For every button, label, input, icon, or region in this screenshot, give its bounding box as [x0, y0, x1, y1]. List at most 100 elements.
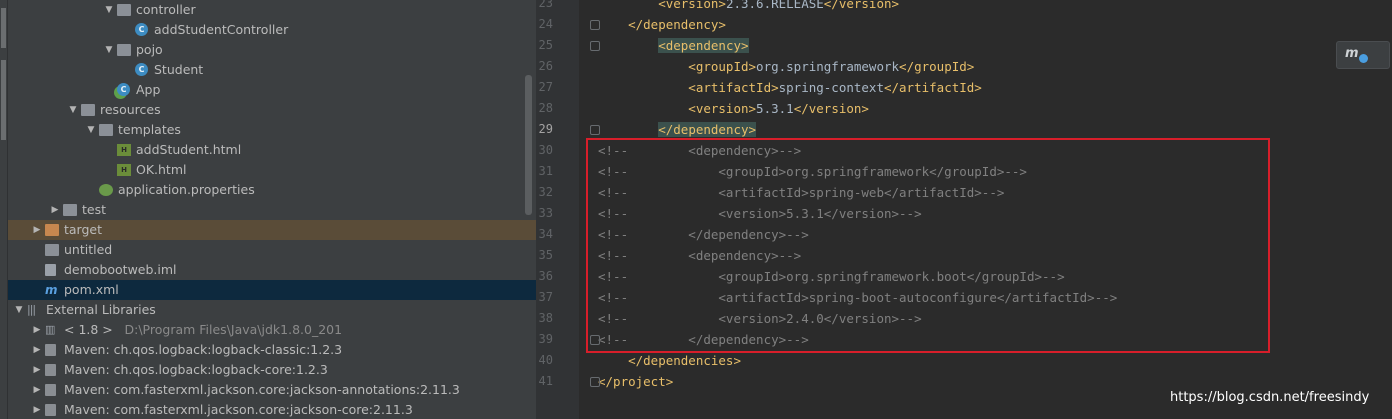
tree-row[interactable]: C App	[8, 80, 536, 100]
line-number: 37	[538, 290, 553, 304]
line-number: 27	[538, 80, 553, 94]
xml-tag: <version>	[598, 0, 726, 11]
html-file-icon: H	[117, 144, 131, 156]
xml-text: spring-context	[778, 80, 884, 95]
highlight-annotation-box	[586, 138, 1270, 353]
tree-row[interactable]: ▼ templates	[8, 120, 536, 140]
line-number: 33	[538, 206, 553, 220]
collapse-arrow-icon[interactable]: ▶	[31, 400, 43, 419]
xml-text	[598, 38, 658, 53]
html-file-icon: H	[117, 164, 131, 176]
xml-tag: </dependencies>	[598, 353, 741, 368]
code-line[interactable]: <groupId>org.springframework</groupId>	[598, 56, 974, 77]
tree-row[interactable]: ▶ ▥ < 1.8 > D:\Program Files\Java\jdk1.8.0_…	[8, 320, 536, 340]
tree-row[interactable]: H OK.html	[8, 160, 536, 180]
folder-icon	[117, 4, 131, 16]
maven-file-icon: m	[45, 283, 58, 297]
expand-arrow-icon[interactable]: ▼	[103, 40, 115, 60]
maven-reload-button[interactable]: m	[1336, 41, 1390, 69]
tree-row-label: resources	[100, 102, 161, 117]
code-line[interactable]: <dependency>	[598, 35, 749, 56]
collapse-arrow-icon[interactable]: ▶	[49, 200, 61, 220]
folder-icon	[63, 204, 77, 216]
tree-row[interactable]: demobootweb.iml	[8, 260, 536, 280]
expand-arrow-icon[interactable]: ▼	[67, 100, 79, 120]
fold-marker-icon[interactable]	[590, 377, 600, 387]
tree-row-label: test	[82, 202, 107, 217]
folder-icon	[45, 244, 59, 256]
code-line[interactable]: <artifactId>spring-context</artifactId>	[598, 77, 982, 98]
tree-row-label: External Libraries	[46, 302, 156, 317]
properties-file-icon	[99, 184, 113, 196]
tree-row-label: Maven: com.fasterxml.jackson.core:jackso…	[64, 402, 413, 417]
fold-marker-icon[interactable]	[590, 20, 600, 30]
expand-arrow-icon[interactable]: ▼	[13, 300, 25, 320]
project-tree[interactable]: ▼ controller CaddStudentController ▼ pojo C St…	[8, 0, 536, 419]
tree-row[interactable]: application.properties	[8, 180, 536, 200]
tree-row[interactable]: ▼ resources	[8, 100, 536, 120]
line-number: 40	[538, 353, 553, 367]
tree-row[interactable]: ▶ Maven: ch.qos.logback:logback-classic:1…	[8, 340, 536, 360]
code-line[interactable]: <version>2.3.6.RELEASE</version>	[598, 0, 899, 14]
line-number: 39	[538, 332, 553, 346]
collapse-arrow-icon[interactable]: ▶	[31, 340, 43, 360]
tree-row[interactable]: ▶ target	[8, 220, 536, 240]
tree-row[interactable]: HaddStudent.html	[8, 140, 536, 160]
fold-marker-icon[interactable]	[590, 41, 600, 51]
tree-row-label: application.properties	[118, 182, 255, 197]
line-number: 41	[538, 374, 553, 388]
folder-icon	[99, 124, 113, 136]
code-line[interactable]: </project>	[598, 371, 673, 392]
tree-row[interactable]: C Student	[8, 60, 536, 80]
xml-tag: <artifactId>	[598, 80, 779, 95]
collapse-arrow-icon[interactable]: ▶	[31, 220, 43, 240]
expand-arrow-icon[interactable]: ▼	[103, 0, 115, 20]
tree-row-label: target	[64, 222, 103, 237]
tree-row[interactable]: untitled	[8, 240, 536, 260]
xml-text: 5.3.1	[756, 101, 794, 116]
tree-row[interactable]: m pom.xml	[8, 280, 536, 300]
excluded-folder-icon	[45, 224, 59, 236]
tree-row-label: addStudent.html	[136, 142, 242, 157]
maven-icon: m	[1345, 46, 1359, 61]
code-line[interactable]: </dependency>	[598, 14, 726, 35]
resources-folder-icon	[81, 104, 95, 116]
tool-window-tab[interactable]	[1, 60, 6, 140]
tree-row[interactable]: ▶ Maven: com.fasterxml.jackson.core:jacks…	[8, 400, 536, 419]
tree-scrollbar[interactable]	[525, 75, 532, 215]
xml-tag: <groupId>	[598, 59, 757, 74]
side-tool-strip[interactable]	[0, 0, 8, 419]
folder-icon	[117, 44, 131, 56]
line-number: 35	[538, 248, 553, 262]
xml-tag: </project>	[598, 374, 674, 389]
line-number: 32	[538, 185, 553, 199]
line-number-gutter: 23 24 25 26 27 28 29 30 31 32 33 34 35 36 37 38 39 40 41	[536, 0, 579, 419]
jar-icon	[45, 384, 56, 396]
collapse-arrow-icon[interactable]: ▶	[31, 380, 43, 400]
xml-tag: </version>	[823, 0, 900, 11]
tool-window-tab[interactable]	[1, 8, 6, 48]
jar-icon	[45, 344, 56, 356]
tree-row[interactable]: ▶ Maven: ch.qos.logback:logback-core:1.2.…	[8, 360, 536, 380]
tree-row-label: Maven: ch.qos.logback:logback-classic:1.…	[64, 342, 343, 357]
line-number: 30	[538, 143, 553, 157]
jar-icon	[45, 364, 56, 376]
code-line[interactable]: </dependencies>	[598, 350, 741, 371]
xml-tag: <version>	[598, 101, 757, 116]
expand-arrow-icon[interactable]: ▼	[85, 120, 97, 140]
tree-row[interactable]: CaddStudentController	[8, 20, 536, 40]
tree-row-label: pom.xml	[64, 282, 119, 297]
tree-row[interactable]: ▼ pojo	[8, 40, 536, 60]
fold-marker-icon[interactable]	[590, 125, 600, 135]
line-number: 31	[538, 164, 553, 178]
code-line[interactable]: </dependency>	[598, 119, 757, 140]
line-number: 24	[538, 17, 553, 31]
collapse-arrow-icon[interactable]: ▶	[31, 320, 43, 340]
tree-row[interactable]: ▼ controller	[8, 0, 536, 20]
tree-row[interactable]: ▶ Maven: com.fasterxml.jackson.core:jacks…	[8, 380, 536, 400]
tree-row[interactable]: ▶ test	[8, 200, 536, 220]
class-icon: C	[135, 23, 148, 36]
collapse-arrow-icon[interactable]: ▶	[31, 360, 43, 380]
code-line[interactable]: <version>5.3.1</version>	[598, 98, 869, 119]
tree-row[interactable]: ▼ ||| External Libraries	[8, 300, 536, 320]
